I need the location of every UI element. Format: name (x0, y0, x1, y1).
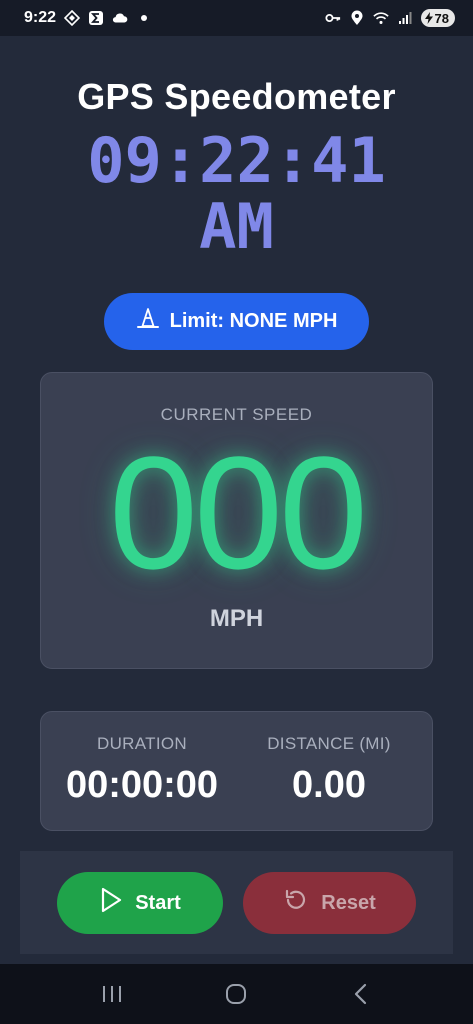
status-bar: 9:22 78 (0, 0, 473, 36)
recent-apps-icon[interactable] (92, 974, 132, 1014)
start-button-label: Start (135, 891, 181, 914)
battery-charging-icon: 78 (420, 9, 455, 27)
control-bar: Start Reset (20, 851, 453, 954)
reset-button-label: Reset (321, 891, 376, 914)
reset-icon (283, 887, 309, 919)
dot-icon (136, 10, 152, 26)
status-right: 78 (324, 9, 455, 27)
location-icon (349, 10, 365, 26)
distance-label: DISTANCE (MI) (267, 734, 391, 753)
speed-limit-button[interactable]: Limit: NONE MPH (104, 293, 369, 350)
signal-icon (397, 10, 413, 26)
cloud-icon (112, 10, 128, 26)
clock-time: 09:22:41 (87, 124, 386, 197)
proton-icon (64, 10, 81, 26)
battery-level: 78 (434, 10, 449, 26)
current-speed-card: CURRENT SPEED 000 MPH (40, 372, 433, 669)
duration-stat: DURATION 00:00:00 (47, 734, 237, 807)
current-speed-value: 000 (109, 423, 368, 602)
clock: 09:22:41 AM (0, 128, 473, 260)
back-icon[interactable] (341, 974, 381, 1014)
system-nav-bar (0, 964, 473, 1024)
speed-limit-label: Limit: NONE MPH (169, 310, 338, 332)
distance-value: 0.00 (292, 764, 366, 806)
key-icon (324, 10, 341, 26)
app-screen: 9:22 78 GPS Speedometer 09:22:41 AM Limi… (0, 0, 473, 1024)
sigma-icon (88, 10, 104, 26)
home-icon[interactable] (216, 974, 256, 1014)
page-title: GPS Speedometer (77, 76, 396, 117)
wifi-icon (372, 10, 389, 26)
status-left: 9:22 (24, 9, 152, 27)
reset-button[interactable]: Reset (243, 872, 416, 934)
start-button[interactable]: Start (57, 872, 223, 934)
trip-stats-card: DURATION 00:00:00 DISTANCE (MI) 0.00 (40, 711, 433, 831)
play-icon (99, 887, 123, 919)
speed-unit: MPH (209, 605, 264, 632)
status-time: 9:22 (24, 9, 57, 26)
duration-label: DURATION (97, 734, 187, 753)
distance-stat: DISTANCE (MI) 0.00 (234, 734, 424, 807)
clock-ampm: AM (199, 190, 274, 263)
traffic-cone-icon (136, 307, 160, 337)
duration-value: 00:00:00 (65, 764, 219, 806)
current-speed-label: CURRENT SPEED (160, 405, 313, 424)
